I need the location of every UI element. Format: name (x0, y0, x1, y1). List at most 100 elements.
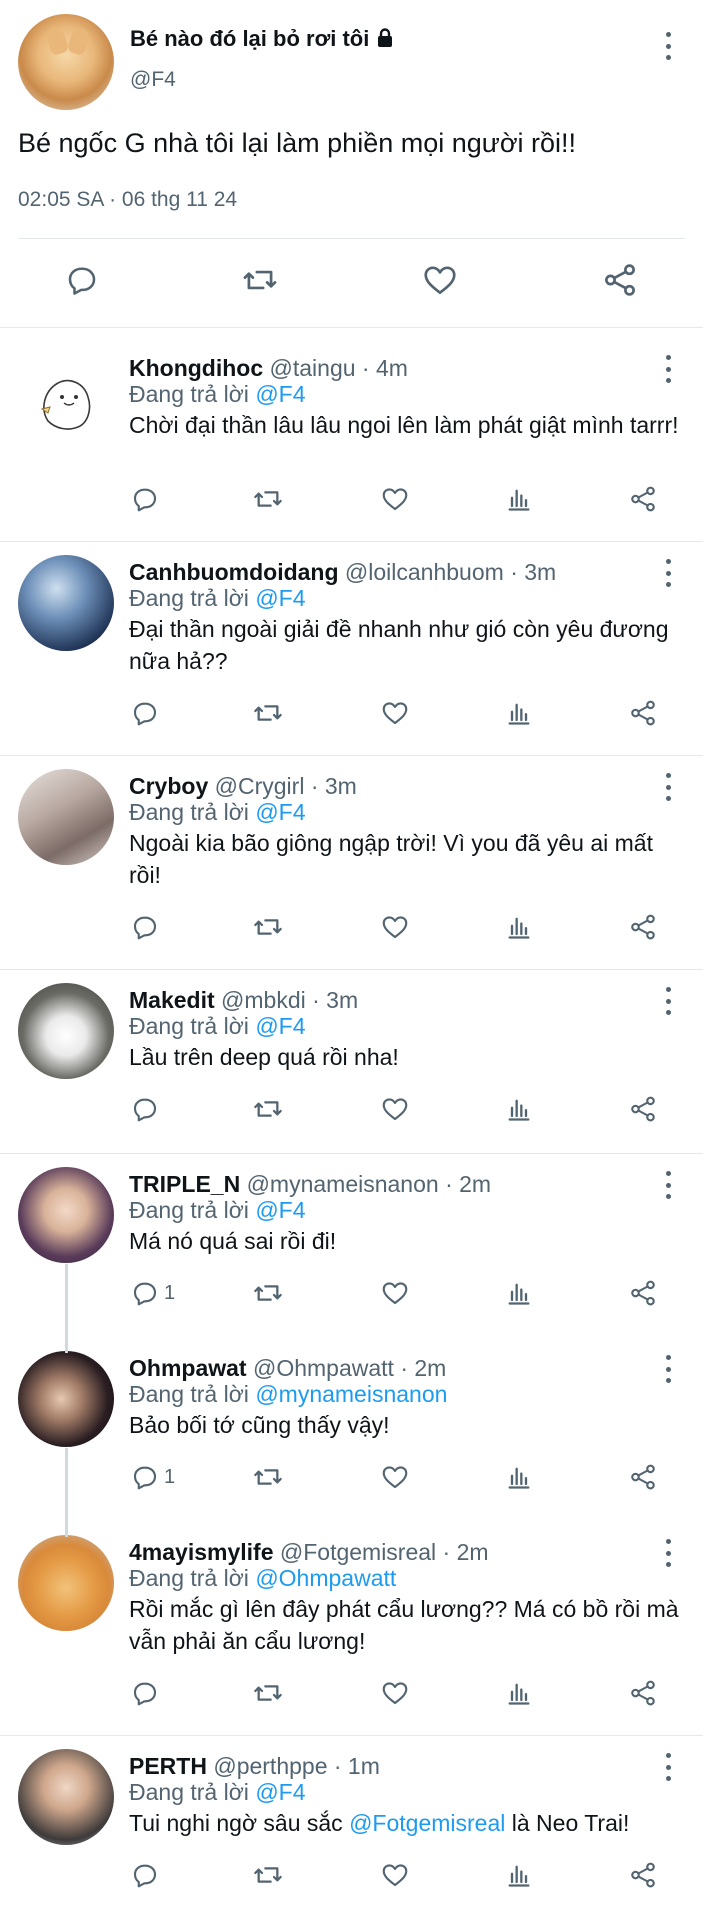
share-icon[interactable] (628, 1273, 658, 1313)
reply-author-name[interactable]: 4mayismylife (129, 1539, 273, 1565)
share-icon[interactable] (598, 258, 642, 302)
reply-tweet[interactable]: Cryboy @Crygirl · 3m Đang trả lời @F4 Ngoà… (0, 755, 703, 970)
retweet-icon[interactable] (252, 1273, 284, 1313)
avatar[interactable] (18, 351, 114, 447)
more-vertical-icon[interactable] (663, 32, 673, 60)
retweet-icon[interactable] (252, 1457, 284, 1497)
mention-link[interactable]: @F4 (255, 381, 305, 407)
share-icon[interactable] (628, 1457, 658, 1497)
reply-tweet[interactable]: Canhbuomdoidang @loilcanhbuom · 3m Đang t… (0, 541, 703, 756)
mention-link[interactable]: @F4 (255, 1197, 305, 1223)
reply-icon[interactable] (60, 258, 104, 302)
share-icon[interactable] (628, 693, 658, 733)
reply-icon[interactable] (130, 1673, 160, 1713)
more-vertical-icon[interactable] (663, 987, 673, 1015)
share-icon[interactable] (628, 1855, 658, 1895)
reply-author-handle[interactable]: @loilcanhbuom · 3m (345, 559, 556, 585)
retweet-icon[interactable] (252, 1089, 284, 1129)
avatar[interactable] (18, 14, 114, 110)
heart-icon[interactable] (380, 1457, 410, 1497)
mention-link[interactable]: @F4 (255, 1013, 305, 1039)
author-name[interactable]: Bé nào đó lại bỏ rơi tôi (130, 26, 369, 51)
avatar[interactable] (18, 983, 114, 1079)
avatar[interactable] (18, 1351, 114, 1447)
retweet-icon[interactable] (252, 1855, 284, 1895)
heart-icon[interactable] (380, 479, 410, 519)
mention-link[interactable]: @F4 (255, 585, 305, 611)
heart-icon[interactable] (380, 693, 410, 733)
author-handle[interactable]: @F4 (130, 68, 176, 92)
reply-icon[interactable] (130, 479, 160, 519)
stats-icon[interactable] (505, 1089, 533, 1129)
reply-icon[interactable]: 1 (130, 1273, 175, 1313)
heart-icon[interactable] (380, 1855, 410, 1895)
retweet-icon[interactable] (252, 907, 284, 947)
reply-author-name[interactable]: Canhbuomdoidang (129, 559, 339, 585)
reply-author-name[interactable]: Cryboy (129, 773, 208, 799)
more-vertical-icon[interactable] (663, 355, 673, 383)
reply-tweet[interactable]: TRIPLE_N @mynameisnanon · 2m Đang trả lời… (0, 1153, 703, 1337)
reply-tweet[interactable]: PERTH @perthppe · 1m Đang trả lời @F4 Tui … (0, 1735, 703, 1920)
more-vertical-icon[interactable] (663, 1753, 673, 1781)
retweet-icon[interactable] (252, 479, 284, 519)
retweet-icon[interactable] (252, 693, 284, 733)
more-vertical-icon[interactable] (663, 1171, 673, 1199)
heart-icon[interactable] (418, 258, 462, 302)
reply-text: Ngoài kia bão giông ngập trời! Vì you đã… (129, 830, 653, 888)
stats-icon[interactable] (505, 1855, 533, 1895)
stats-icon[interactable] (505, 1457, 533, 1497)
reply-author-handle[interactable]: @mynameisnanon · 2m (247, 1171, 492, 1197)
reply-author-handle[interactable]: @taingu · 4m (270, 355, 408, 381)
stats-icon[interactable] (505, 1273, 533, 1313)
reply-author-handle[interactable]: @perthppe · 1m (213, 1753, 380, 1779)
mention-link[interactable]: @Fotgemisreal (349, 1810, 505, 1836)
share-icon[interactable] (628, 1673, 658, 1713)
reply-author-handle[interactable]: @Crygirl · 3m (215, 773, 357, 799)
heart-icon[interactable] (380, 1673, 410, 1713)
reply-icon[interactable]: 1 (130, 1457, 175, 1497)
avatar[interactable] (18, 1749, 114, 1845)
heart-icon[interactable] (380, 1273, 410, 1313)
stats-icon[interactable] (505, 907, 533, 947)
heart-icon[interactable] (380, 907, 410, 947)
avatar[interactable] (18, 555, 114, 651)
reply-author-name[interactable]: Ohmpawat (129, 1355, 247, 1381)
reply-icon[interactable] (130, 1855, 160, 1895)
reply-tweet[interactable]: Ohmpawat @Ohmpawatt · 2m Đang trả lời @my… (0, 1337, 703, 1521)
more-vertical-icon[interactable] (663, 559, 673, 587)
mention-link[interactable]: @F4 (255, 1779, 305, 1805)
more-vertical-icon[interactable] (663, 773, 673, 801)
reply-author-name[interactable]: Makedit (129, 987, 215, 1013)
avatar[interactable] (18, 1535, 114, 1631)
mention-link[interactable]: @Ohmpawatt (255, 1565, 396, 1591)
share-icon[interactable] (628, 479, 658, 519)
reply-tweet[interactable]: 4mayismylife @Fotgemisreal · 2m Đang trả … (0, 1521, 703, 1736)
reply-author-name[interactable]: PERTH (129, 1753, 207, 1779)
retweet-icon[interactable] (238, 258, 282, 302)
reply-author-name[interactable]: TRIPLE_N (129, 1171, 240, 1197)
mention-link[interactable]: @mynameisnanon (255, 1381, 447, 1407)
author-name-row[interactable]: Bé nào đó lại bỏ rơi tôi (130, 26, 395, 52)
tweet-timestamp[interactable]: 02:05 SA · 06 thg 11 24 (18, 188, 237, 212)
share-icon[interactable] (628, 1089, 658, 1129)
more-vertical-icon[interactable] (663, 1539, 673, 1567)
share-icon[interactable] (628, 907, 658, 947)
reply-icon[interactable] (130, 907, 160, 947)
reply-tweet[interactable]: Makedit @mbkdi · 3m Đang trả lời @F4 Lầu t… (0, 969, 703, 1154)
stats-icon[interactable] (505, 693, 533, 733)
reply-tweet[interactable]: Khongdihoc @taingu · 4m Đang trả lời @F4 C… (0, 327, 703, 542)
avatar[interactable] (18, 769, 114, 865)
mention-link[interactable]: @F4 (255, 799, 305, 825)
reply-icon[interactable] (130, 693, 160, 733)
reply-icon[interactable] (130, 1089, 160, 1129)
more-vertical-icon[interactable] (663, 1355, 673, 1383)
reply-author-handle[interactable]: @Ohmpawatt · 2m (253, 1355, 446, 1381)
reply-author-handle[interactable]: @mbkdi · 3m (221, 987, 358, 1013)
reply-author-name[interactable]: Khongdihoc (129, 355, 263, 381)
stats-icon[interactable] (505, 1673, 533, 1713)
retweet-icon[interactable] (252, 1673, 284, 1713)
reply-author-handle[interactable]: @Fotgemisreal · 2m (280, 1539, 489, 1565)
avatar[interactable] (18, 1167, 114, 1263)
heart-icon[interactable] (380, 1089, 410, 1129)
stats-icon[interactable] (505, 479, 533, 519)
